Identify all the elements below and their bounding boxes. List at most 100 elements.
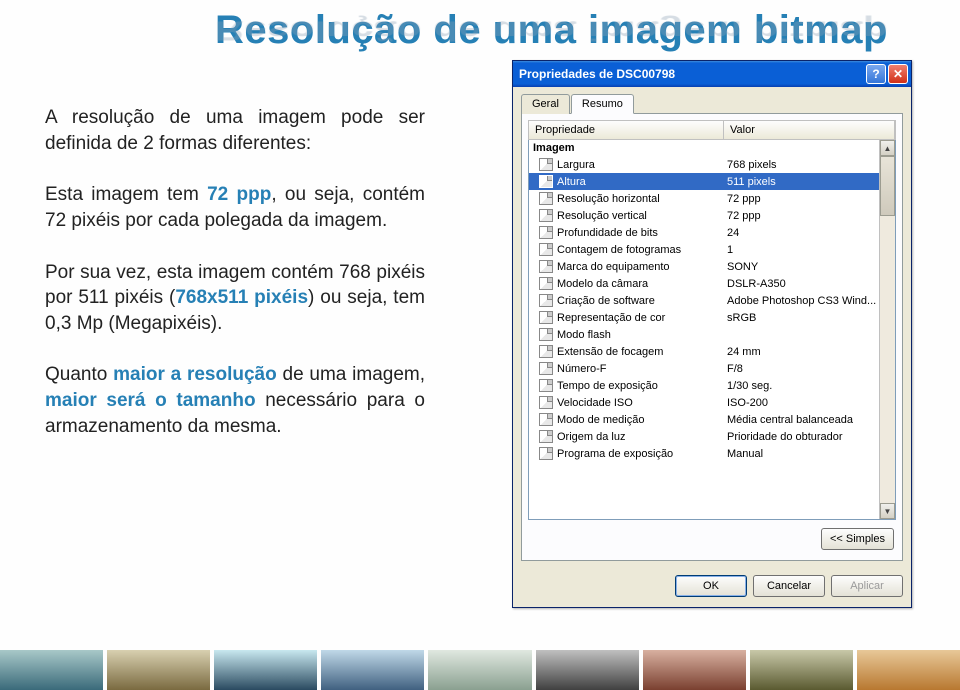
- property-row[interactable]: Representação de corsRGB: [529, 309, 879, 326]
- property-row[interactable]: Tempo de exposição1/30 seg.: [529, 377, 879, 394]
- property-name: Largura: [557, 159, 727, 171]
- dialog-titlebar[interactable]: Propriedades de DSC00798 ? ✕: [513, 61, 911, 87]
- dialog-body: Geral Resumo Propriedade Valor Imagem La…: [513, 87, 911, 569]
- scroll-track[interactable]: [880, 156, 895, 503]
- tabs: Geral Resumo: [521, 93, 903, 114]
- property-row[interactable]: Modo flash: [529, 326, 879, 343]
- property-name: Altura: [557, 176, 727, 188]
- property-name: Criação de software: [557, 295, 727, 307]
- property-row[interactable]: Contagem de fotogramas1: [529, 241, 879, 258]
- property-value: 1/30 seg.: [727, 380, 879, 392]
- paragraph-2: Esta imagem tem 72 ppp, ou seja, contém …: [45, 182, 425, 233]
- property-row[interactable]: Altura511 pixels: [529, 173, 879, 190]
- simples-button[interactable]: << Simples: [821, 528, 894, 550]
- property-row[interactable]: Velocidade ISOISO-200: [529, 394, 879, 411]
- property-row[interactable]: Modelo da câmaraDSLR-A350: [529, 275, 879, 292]
- page-icon: [539, 226, 553, 239]
- property-row[interactable]: Largura768 pixels: [529, 156, 879, 173]
- page-icon: [539, 243, 553, 256]
- page-icon: [539, 430, 553, 443]
- property-value: sRGB: [727, 312, 879, 324]
- property-name: Resolução horizontal: [557, 193, 727, 205]
- page-icon: [539, 379, 553, 392]
- page-icon: [539, 328, 553, 341]
- property-name: Resolução vertical: [557, 210, 727, 222]
- page-icon: [539, 311, 553, 324]
- property-value: Manual: [727, 448, 879, 460]
- slide-title-wrap: Resolução de uma imagem bitmap Resolução…: [215, 8, 888, 53]
- property-row[interactable]: Extensão de focagem24 mm: [529, 343, 879, 360]
- property-name: Representação de cor: [557, 312, 727, 324]
- property-value: 511 pixels: [727, 176, 879, 188]
- ok-button[interactable]: OK: [675, 575, 747, 597]
- scroll-down-button[interactable]: ▼: [880, 503, 895, 519]
- page-icon: [539, 175, 553, 188]
- slide-title-shadow: Resolução de uma imagem bitmap: [215, 15, 888, 47]
- dialog-footer: OK Cancelar Aplicar: [513, 569, 911, 607]
- page-icon: [539, 260, 553, 273]
- property-name: Marca do equipamento: [557, 261, 727, 273]
- paragraph-1: A resolução de uma imagem pode ser defin…: [45, 105, 425, 156]
- property-value: 24 mm: [727, 346, 879, 358]
- property-value: Adobe Photoshop CS3 Wind...: [727, 295, 879, 307]
- page-icon: [539, 158, 553, 171]
- property-name: Contagem de fotogramas: [557, 244, 727, 256]
- property-row[interactable]: Resolução horizontal72 ppp: [529, 190, 879, 207]
- cancel-button[interactable]: Cancelar: [753, 575, 825, 597]
- property-row[interactable]: Origem da luzPrioridade do obturador: [529, 428, 879, 445]
- p4-c: de uma imagem,: [277, 364, 425, 385]
- property-value: 1: [727, 244, 879, 256]
- body-text: A resolução de uma imagem pode ser defin…: [45, 105, 425, 465]
- list-header: Propriedade Valor: [528, 120, 896, 140]
- p4-a: Quanto: [45, 364, 113, 385]
- property-row[interactable]: Resolução vertical72 ppp: [529, 207, 879, 224]
- property-name: Modo de medição: [557, 414, 727, 426]
- apply-button[interactable]: Aplicar: [831, 575, 903, 597]
- property-value: 72 ppp: [727, 193, 879, 205]
- tab-panel: Propriedade Valor Imagem Largura768 pixe…: [521, 114, 903, 561]
- p2-a: Esta imagem tem: [45, 184, 207, 205]
- property-value: 768 pixels: [727, 159, 879, 171]
- p2-highlight: 72 ppp: [207, 184, 271, 205]
- page-icon: [539, 396, 553, 409]
- property-name: Profundidade de bits: [557, 227, 727, 239]
- property-name: Extensão de focagem: [557, 346, 727, 358]
- header-property[interactable]: Propriedade: [529, 121, 724, 139]
- property-value: DSLR-A350: [727, 278, 879, 290]
- property-row[interactable]: Criação de softwareAdobe Photoshop CS3 W…: [529, 292, 879, 309]
- page-icon: [539, 413, 553, 426]
- page-icon: [539, 345, 553, 358]
- property-name: Número-F: [557, 363, 727, 375]
- property-row[interactable]: Modo de mediçãoMédia central balanceada: [529, 411, 879, 428]
- property-row[interactable]: Número-FF/8: [529, 360, 879, 377]
- page-icon: [539, 209, 553, 222]
- property-value: ISO-200: [727, 397, 879, 409]
- tab-resumo[interactable]: Resumo: [571, 94, 634, 114]
- property-row[interactable]: Profundidade de bits24: [529, 224, 879, 241]
- property-list: Imagem Largura768 pixelsAltura511 pixels…: [528, 140, 896, 520]
- property-name: Modo flash: [557, 329, 727, 341]
- help-button[interactable]: ?: [866, 64, 886, 84]
- property-rows: Imagem Largura768 pixelsAltura511 pixels…: [529, 140, 879, 519]
- p3-highlight: 768x511 pixéis: [175, 287, 308, 308]
- property-name: Tempo de exposição: [557, 380, 727, 392]
- property-name: Programa de exposição: [557, 448, 727, 460]
- paragraph-3: Por sua vez, esta imagem contém 768 pixé…: [45, 260, 425, 337]
- close-button[interactable]: ✕: [888, 64, 908, 84]
- property-row[interactable]: Programa de exposiçãoManual: [529, 445, 879, 462]
- header-value[interactable]: Valor: [724, 121, 895, 139]
- scroll-up-button[interactable]: ▲: [880, 140, 895, 156]
- property-row[interactable]: Marca do equipamentoSONY: [529, 258, 879, 275]
- property-value: Prioridade do obturador: [727, 431, 879, 443]
- scrollbar[interactable]: ▲ ▼: [879, 140, 895, 519]
- tab-geral[interactable]: Geral: [521, 94, 570, 114]
- p4-h2: maior será o tamanho: [45, 390, 256, 411]
- page-icon: [539, 192, 553, 205]
- scroll-thumb[interactable]: [880, 156, 895, 216]
- property-value: 24: [727, 227, 879, 239]
- properties-dialog: Propriedades de DSC00798 ? ✕ Geral Resum…: [512, 60, 912, 608]
- property-value: Média central balanceada: [727, 414, 879, 426]
- page-icon: [539, 447, 553, 460]
- property-value: F/8: [727, 363, 879, 375]
- decor-strip: [0, 650, 960, 690]
